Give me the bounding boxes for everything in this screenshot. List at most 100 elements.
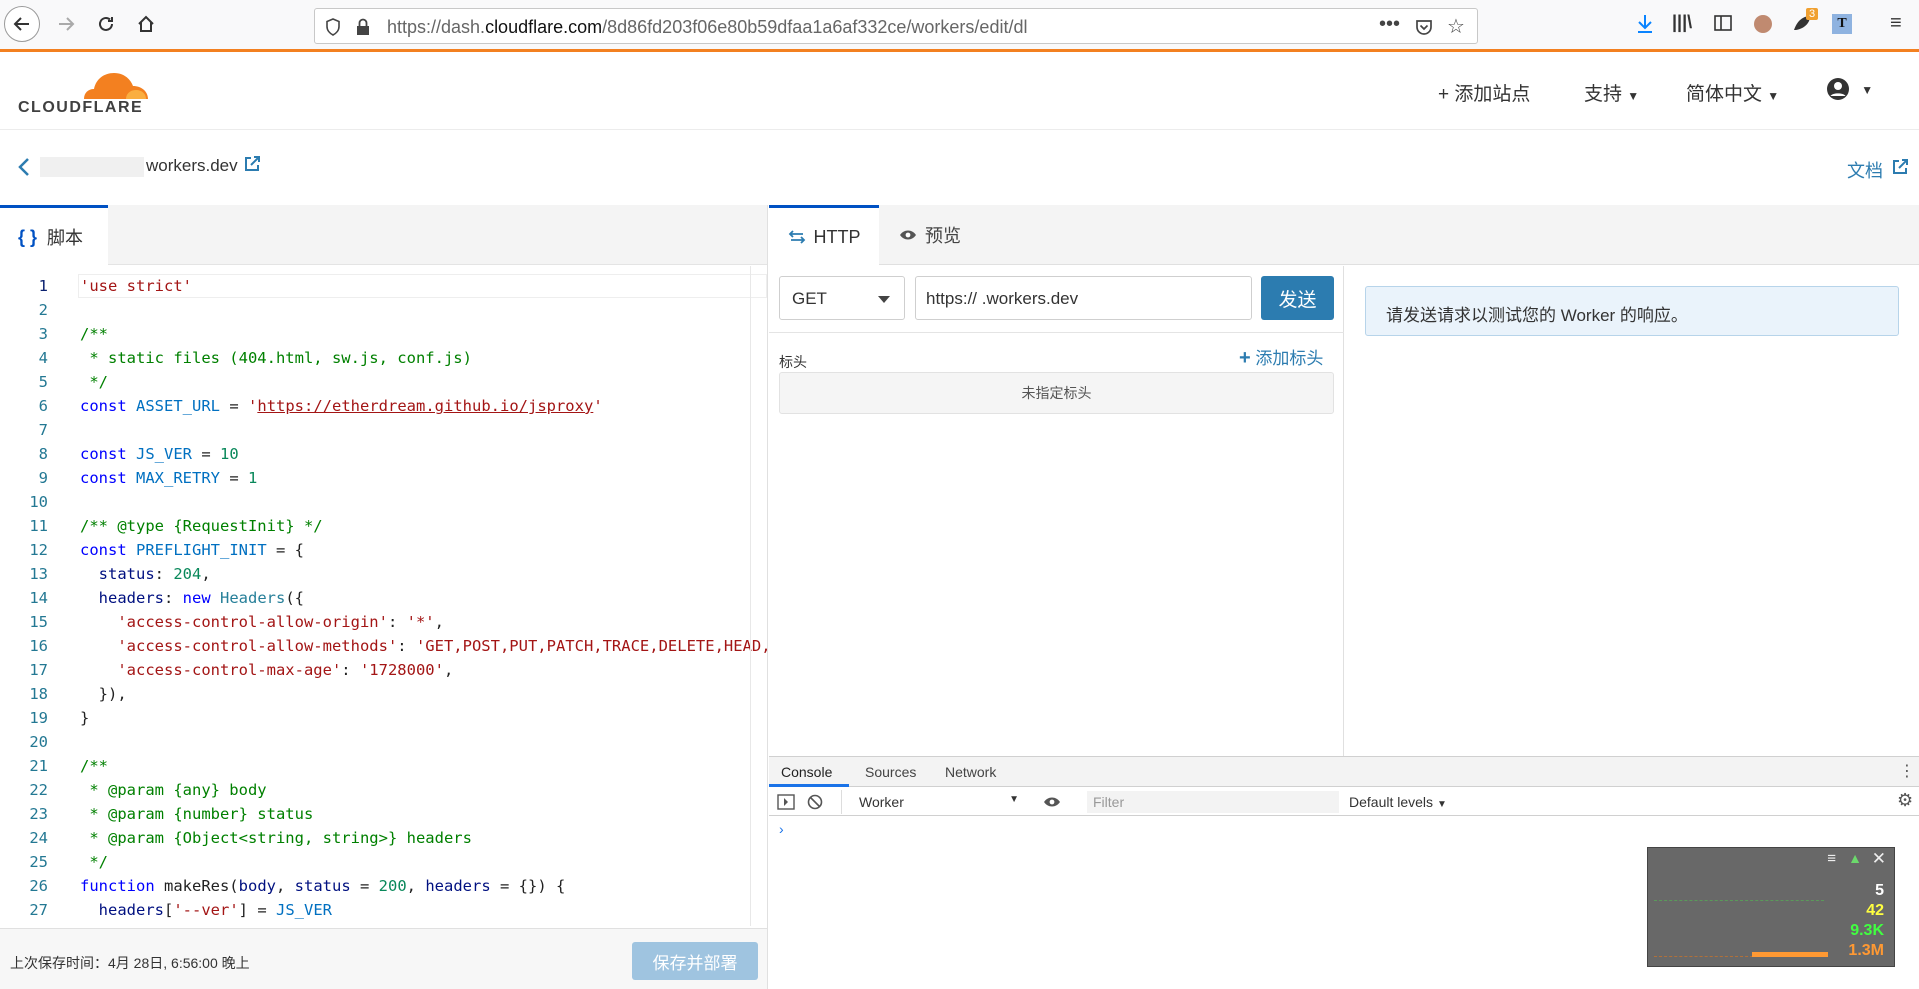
- code-editor[interactable]: 1'use strict' 2 3/** 4 * static files (404.…: [0, 266, 767, 926]
- url-input[interactable]: https:// .workers.dev: [915, 276, 1252, 320]
- close-icon[interactable]: ✕: [1872, 849, 1886, 869]
- account-menu[interactable]: ▼: [1826, 77, 1873, 101]
- tab-preview[interactable]: 预览: [899, 205, 961, 265]
- method-value: GET: [792, 289, 827, 308]
- home-button[interactable]: [128, 6, 164, 42]
- code-line[interactable]: 14 headers: new Headers({: [0, 586, 767, 610]
- context-select[interactable]: Worker ▼: [859, 794, 1019, 810]
- code-line[interactable]: 24 * @param {Object<string, string>} hea…: [0, 826, 767, 850]
- eye-icon[interactable]: [1043, 796, 1061, 808]
- line-number: 26: [29, 877, 48, 895]
- code-line[interactable]: 1 'use strict': [0, 274, 767, 298]
- code-line[interactable]: 16 'access-control-allow-methods': 'GET,…: [0, 634, 767, 658]
- tab-console[interactable]: Console: [781, 764, 832, 780]
- worker-subbar: workers.dev 文档: [0, 131, 1919, 205]
- code-line[interactable]: 23 * @param {number} status: [0, 802, 767, 826]
- code-line[interactable]: 13 status: 204,: [0, 562, 767, 586]
- support-menu[interactable]: 支持 ▼: [1584, 79, 1639, 106]
- code-line[interactable]: 18 }),: [0, 682, 767, 706]
- line-code: */: [80, 853, 108, 871]
- swap-arrows-icon: [788, 230, 805, 244]
- code-line[interactable]: 25 */: [0, 850, 767, 874]
- chevron-left-icon[interactable]: [18, 157, 30, 177]
- add-site-button[interactable]: + 添加站点: [1438, 79, 1530, 106]
- docs-link[interactable]: 文档: [1847, 157, 1883, 183]
- sidebar-toggle-icon[interactable]: [777, 794, 795, 810]
- line-number: 15: [29, 613, 48, 631]
- library-icon[interactable]: |||\: [1672, 12, 1692, 33]
- translate-extension-icon[interactable]: T: [1832, 14, 1852, 34]
- line-code: /**: [80, 325, 108, 343]
- code-line[interactable]: 9 const MAX_RETRY = 1: [0, 466, 767, 490]
- add-header-label: 添加标头: [1255, 349, 1324, 368]
- tab-http[interactable]: HTTP: [769, 205, 879, 266]
- clear-console-icon[interactable]: [807, 794, 823, 810]
- line-number: 17: [29, 661, 48, 679]
- devtools-tabs: Console Sources Network ⋮: [769, 757, 1919, 787]
- line-code: }),: [80, 685, 127, 703]
- log-levels-select[interactable]: Default levels ▼: [1349, 794, 1447, 810]
- code-line[interactable]: 26 function makeRes(body, status = 200, h…: [0, 874, 767, 898]
- lock-icon: [357, 18, 369, 35]
- triangle-up-icon[interactable]: ▲: [1848, 850, 1862, 866]
- code-line[interactable]: 4 * static files (404.html, sw.js, conf.…: [0, 346, 767, 370]
- last-saved-text: 上次保存时间：4月 28日, 6:56:00 晚上: [10, 955, 250, 971]
- line-code: * @param {number} status: [80, 805, 314, 823]
- code-line[interactable]: 15 'access-control-allow-origin': '*',: [0, 610, 767, 634]
- external-link-icon[interactable]: [243, 155, 261, 173]
- sidebar-icon[interactable]: [1714, 15, 1732, 31]
- code-line[interactable]: 22 * @param {any} body: [0, 778, 767, 802]
- add-header-button[interactable]: + 添加标头: [1239, 344, 1323, 370]
- save-deploy-button[interactable]: 保存并部署: [632, 942, 758, 980]
- code-line[interactable]: 28 headers['access-control-allow-origin'…: [0, 922, 767, 926]
- tab-sources[interactable]: Sources: [865, 764, 916, 780]
- extension-avatar-icon[interactable]: [1754, 15, 1772, 33]
- kebab-menu-icon[interactable]: ⋮: [1899, 761, 1915, 781]
- line-number: 2: [38, 301, 48, 319]
- line-number: 11: [29, 517, 48, 535]
- gear-icon[interactable]: ⚙: [1897, 790, 1913, 811]
- line-code: headers: new Headers({: [98, 589, 305, 607]
- code-line[interactable]: 8 const JS_VER = 10: [0, 442, 767, 466]
- send-button[interactable]: 发送: [1261, 276, 1334, 320]
- code-line[interactable]: 11 /** @type {RequestInit} */: [0, 514, 767, 538]
- forward-button[interactable]: [48, 6, 84, 42]
- download-icon[interactable]: [1636, 13, 1654, 33]
- code-line[interactable]: 17 'access-control-max-age': '1728000',: [0, 658, 767, 682]
- code-line[interactable]: 5 */: [0, 370, 767, 394]
- back-button[interactable]: [4, 6, 40, 42]
- code-line[interactable]: 10: [0, 490, 767, 514]
- tab-preview-label: 预览: [925, 226, 961, 246]
- code-line[interactable]: 21 /**: [0, 754, 767, 778]
- pocket-icon[interactable]: [1415, 18, 1433, 36]
- code-line[interactable]: 6 const ASSET_URL = 'https://etherdream.g…: [0, 394, 767, 418]
- code-line[interactable]: 19}: [0, 706, 767, 730]
- address-bar[interactable]: https://dash.cloudflare.com/8d86fd203f06…: [314, 8, 1478, 44]
- filter-input[interactable]: Filter: [1087, 791, 1339, 813]
- bookmark-star-icon[interactable]: ☆: [1447, 14, 1465, 39]
- line-number: 20: [29, 733, 48, 751]
- cloudflare-logo[interactable]: CLOUDFLARE: [18, 65, 153, 121]
- tab-network[interactable]: Network: [945, 764, 996, 780]
- more-actions-icon[interactable]: •••: [1379, 13, 1400, 36]
- logo-text: CLOUDFLARE: [18, 99, 144, 116]
- menu-icon[interactable]: ≡: [1890, 12, 1902, 35]
- context-value: Worker: [859, 794, 904, 810]
- code-line[interactable]: 7: [0, 418, 767, 442]
- method-select[interactable]: GET: [779, 276, 905, 320]
- language-menu[interactable]: 简体中文 ▼: [1686, 79, 1779, 106]
- code-line[interactable]: 3 /**: [0, 322, 767, 346]
- external-link-icon[interactable]: [1891, 158, 1909, 176]
- line-number: 4: [38, 349, 48, 367]
- reload-button[interactable]: [88, 6, 124, 42]
- sparkline-bar: [1752, 952, 1828, 957]
- code-line[interactable]: 12 const PREFLIGHT_INIT = {: [0, 538, 767, 562]
- hamburger-icon[interactable]: ≡: [1827, 850, 1836, 867]
- console-prompt[interactable]: ›: [779, 821, 784, 837]
- editor-tabs: { } 脚本: [0, 205, 767, 266]
- tab-script[interactable]: { } 脚本: [0, 205, 108, 266]
- code-line[interactable]: 2: [0, 298, 767, 322]
- code-line[interactable]: 27 headers['--ver'] = JS_VER: [0, 898, 767, 922]
- url-text: https://dash.cloudflare.com/8d86fd203f06…: [387, 17, 1028, 37]
- code-line[interactable]: 20: [0, 730, 767, 754]
